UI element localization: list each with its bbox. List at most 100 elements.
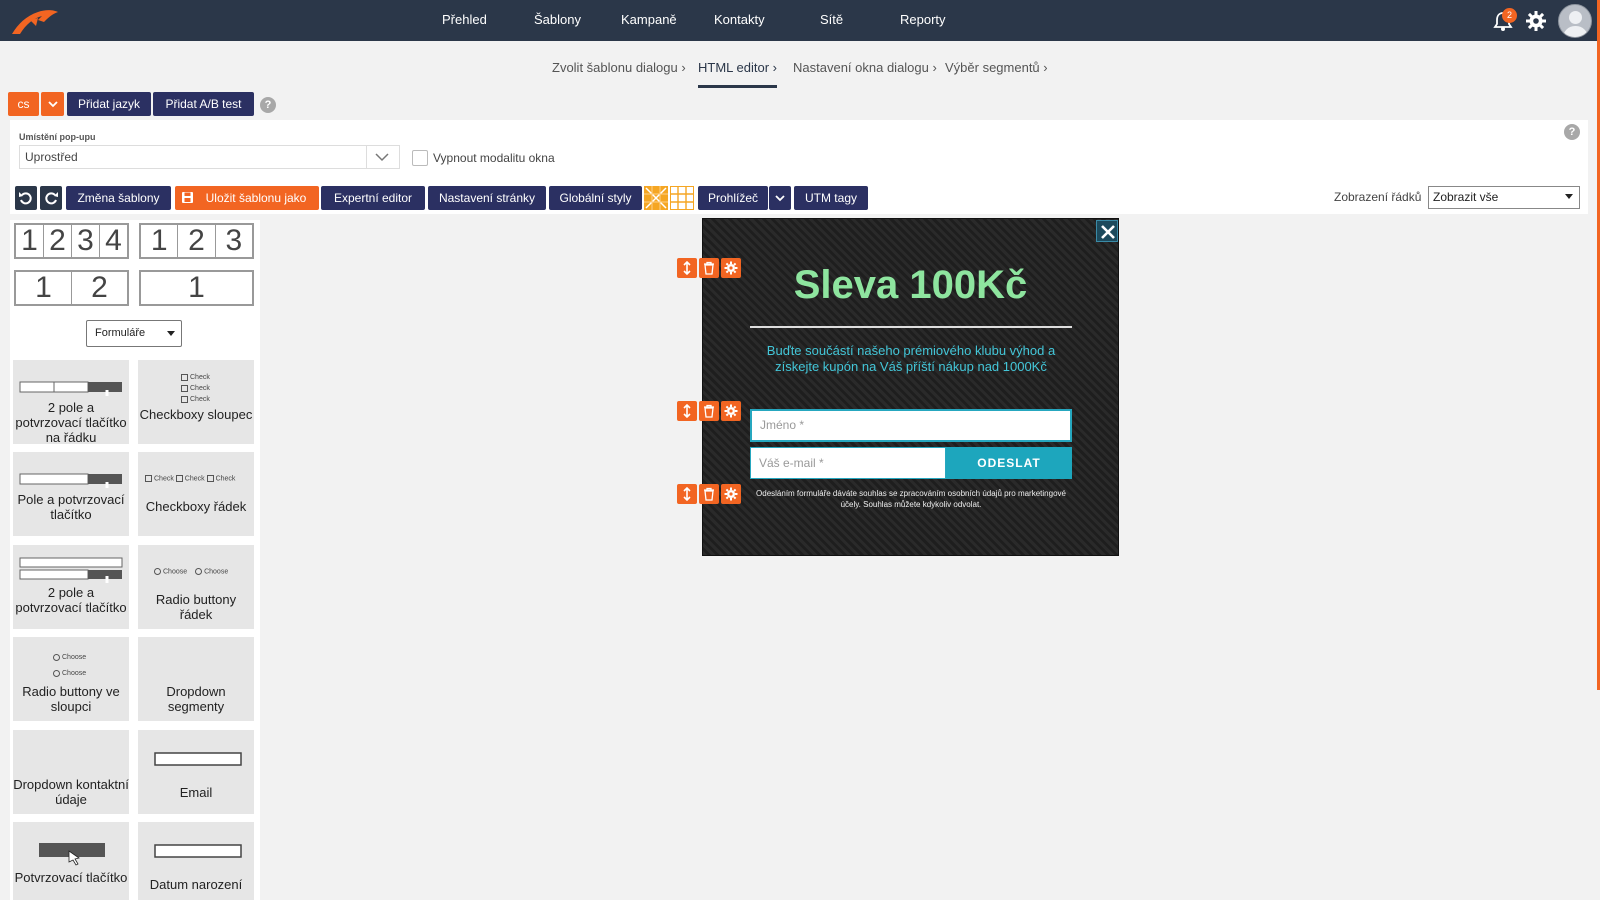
- gear-icon[interactable]: [1525, 10, 1547, 32]
- block-dropdown-segments[interactable]: Dropdown segmenty: [138, 637, 254, 721]
- block-label: Checkboxy řádek: [145, 499, 247, 514]
- block-label: Datum narození: [149, 877, 243, 892]
- layout-2-columns[interactable]: 1 2: [14, 270, 129, 306]
- row-settings-button[interactable]: [721, 484, 741, 504]
- breadcrumb-step-dialog-settings[interactable]: Nastavení okna dialogu ›: [793, 60, 937, 75]
- row-settings-button[interactable]: [721, 258, 741, 278]
- row-view-select[interactable]: Zobrazit vše: [1428, 186, 1580, 209]
- breadcrumb-step-html-editor[interactable]: HTML editor ›: [698, 60, 777, 75]
- mini-radio-dot: [154, 568, 161, 575]
- language-dropdown-button[interactable]: [41, 92, 64, 116]
- chevron-down-icon: [775, 195, 785, 202]
- block-email[interactable]: Email: [138, 730, 254, 814]
- layout-cell: 3: [72, 225, 100, 257]
- nav-item-campaigns[interactable]: Kampaně: [621, 12, 677, 27]
- layout-1-column[interactable]: 1: [139, 270, 254, 306]
- mini-radio-label: Choose: [163, 568, 188, 576]
- block-dropdown-contact[interactable]: Dropdown kontaktní údaje: [13, 730, 129, 814]
- breadcrumb-step-segments[interactable]: Výběr segmentů ›: [945, 60, 1048, 75]
- block-radio-column[interactable]: Choose Choose Radio buttony ve sloupci: [13, 637, 129, 721]
- mini-radio-dot: [53, 669, 60, 677]
- delete-row-button[interactable]: [699, 484, 719, 504]
- undo-button[interactable]: [15, 186, 37, 210]
- popup-title[interactable]: Sleva 100Kč: [702, 263, 1119, 308]
- chevron-down-icon: [47, 101, 58, 108]
- nav-item-overview[interactable]: Přehled: [442, 12, 487, 27]
- block-label: Dropdown segmenty: [166, 684, 226, 714]
- block-category-select[interactable]: Formuláře: [86, 320, 182, 347]
- breadcrumb-step-template[interactable]: Zvolit šablonu dialogu ›: [552, 60, 686, 75]
- top-navigation-bar: Přehled Šablony Kampaně Kontakty Sítě Re…: [0, 0, 1600, 41]
- change-template-button[interactable]: Změna šablony: [66, 186, 171, 210]
- grid-icon[interactable]: [670, 186, 694, 210]
- save-as-template-button[interactable]: Uložit šablonu jako: [175, 186, 319, 210]
- logo-icon[interactable]: [8, 6, 60, 36]
- mini-checkbox: Check: [181, 394, 210, 405]
- move-icon: [683, 487, 691, 501]
- block-field-and-button[interactable]: Pole a potvrzovací tlačítko: [13, 452, 129, 536]
- mini-checkbox: Check: [181, 372, 210, 383]
- nav-item-reports[interactable]: Reporty: [900, 12, 946, 27]
- utm-tags-button[interactable]: UTM tagy: [794, 186, 868, 210]
- add-ab-test-button[interactable]: Přidat A/B test: [153, 92, 254, 116]
- hide-grid-icon[interactable]: [644, 186, 668, 210]
- redo-icon: [45, 192, 58, 205]
- radio-preview-icon: Choose Choose: [53, 650, 86, 682]
- help-icon[interactable]: ?: [260, 97, 276, 113]
- nav-item-networks[interactable]: Sítě: [820, 12, 843, 27]
- delete-row-button[interactable]: [699, 401, 719, 421]
- add-language-button[interactable]: Přidat jazyk: [67, 92, 151, 116]
- block-checkboxes-column[interactable]: Check Check Check Checkboxy sloupec: [138, 360, 254, 444]
- language-button[interactable]: cs: [8, 92, 39, 116]
- delete-row-button[interactable]: [699, 258, 719, 278]
- layout-cell: 3: [225, 224, 243, 257]
- block-two-fields-button-inline[interactable]: 2 pole a potvrzovací tlačítko na řádku: [13, 360, 129, 445]
- nav-item-templates[interactable]: Šablony: [534, 12, 581, 27]
- modal-off-checkbox[interactable]: [412, 150, 428, 166]
- popup-subtitle[interactable]: Buďte součástí našeho prémiového klubu v…: [750, 343, 1072, 375]
- block-two-fields-and-button[interactable]: 2 pole a potvrzovací tlačítko: [13, 545, 129, 629]
- mini-radio-dot: [195, 568, 203, 575]
- row-settings-button[interactable]: [721, 401, 741, 421]
- block-submit-button[interactable]: Potvrzovací tlačítko: [13, 822, 129, 900]
- block-radio-row[interactable]: Choose Choose Radio buttony řádek: [138, 545, 254, 629]
- browser-preview-button[interactable]: Prohlížeč: [698, 186, 768, 210]
- form-preview-icon: [19, 557, 123, 583]
- nav-item-contacts[interactable]: Kontakty: [714, 12, 765, 27]
- expert-editor-button[interactable]: Expertní editor: [321, 186, 425, 210]
- modal-off-label: Vypnout modalitu okna: [433, 151, 555, 165]
- layout-4-columns[interactable]: 1 2 3 4: [14, 223, 129, 259]
- mini-checkbox: Check: [181, 383, 210, 394]
- layout-cell: 1: [16, 272, 72, 304]
- move-row-button[interactable]: [677, 401, 697, 421]
- checkbox-preview-icon: Check Check Check: [145, 475, 235, 482]
- layout-3-columns[interactable]: 1 2 3: [139, 223, 254, 259]
- block-label: Radio buttony ve sloupci: [22, 684, 120, 714]
- page-settings-button[interactable]: Nastavení stránky: [428, 186, 546, 210]
- block-birth-date[interactable]: Datum narození: [138, 822, 254, 900]
- block-label: Email: [179, 785, 213, 800]
- email-field[interactable]: Váš e-mail *: [750, 447, 946, 479]
- help-icon[interactable]: ?: [1564, 124, 1580, 140]
- block-checkboxes-row[interactable]: Check Check Check Checkboxy řádek: [138, 452, 254, 536]
- avatar[interactable]: [1558, 4, 1592, 38]
- mini-checkbox-label: Check: [190, 396, 210, 403]
- move-row-button[interactable]: [677, 484, 697, 504]
- name-field[interactable]: Jméno *: [750, 409, 1072, 442]
- submit-button[interactable]: ODESLAT: [946, 447, 1072, 479]
- block-label: Dropdown kontaktní údaje: [13, 777, 129, 807]
- input-preview-icon: [154, 844, 242, 858]
- browser-dropdown-button[interactable]: [769, 186, 791, 210]
- popup-placement-select[interactable]: Uprostřed: [19, 145, 400, 169]
- move-row-button[interactable]: [677, 258, 697, 278]
- mini-checkbox-box: [175, 475, 183, 482]
- move-icon: [683, 404, 691, 418]
- active-step-indicator: [698, 85, 777, 88]
- consent-text[interactable]: Odesláním formuláře dáváte souhlas se zp…: [750, 488, 1072, 510]
- popup-close-button[interactable]: [1096, 220, 1118, 242]
- redo-button[interactable]: [40, 186, 62, 210]
- mini-radio-label: Choose: [62, 654, 87, 661]
- mini-checkbox-box: [181, 373, 188, 381]
- global-styles-button[interactable]: Globální styly: [549, 186, 642, 210]
- block-label: Checkboxy sloupec: [139, 407, 253, 422]
